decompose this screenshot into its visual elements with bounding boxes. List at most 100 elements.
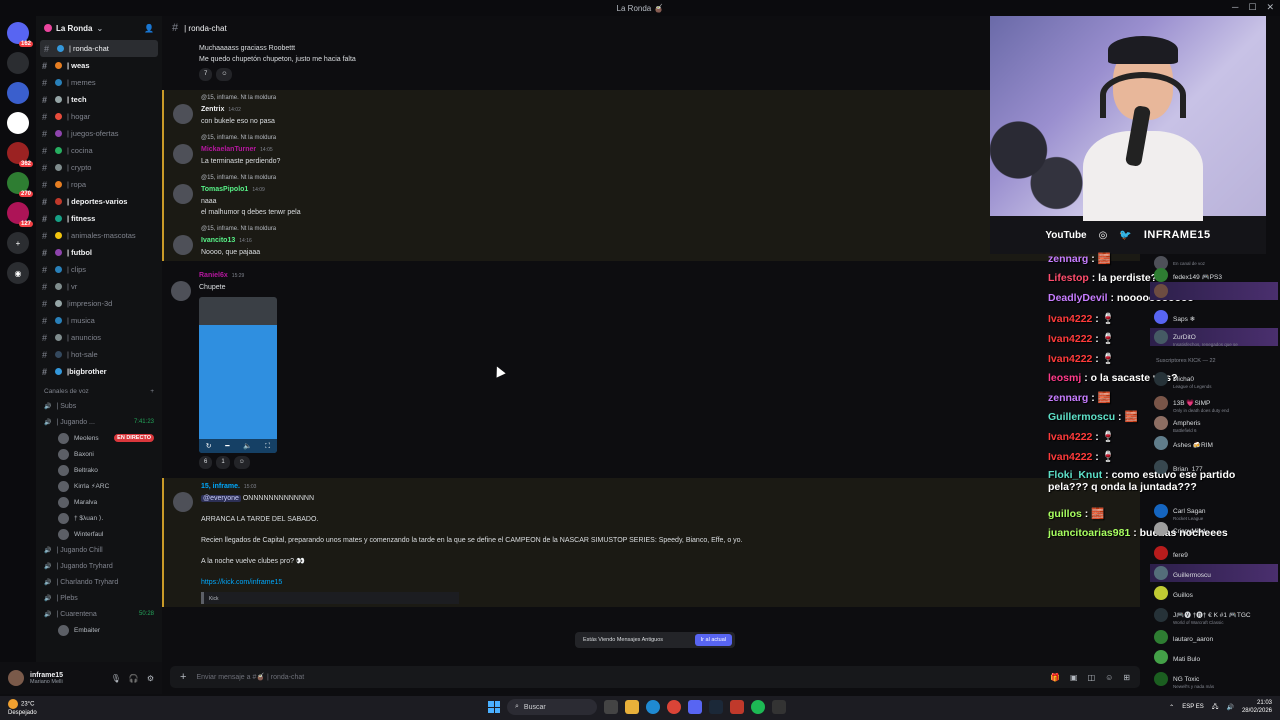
avatar[interactable] <box>173 104 193 124</box>
member-item[interactable]: J🎮🅥 †🅡† € K #1 🎮TGC World of Warcraft Cla… <box>1150 606 1278 625</box>
volume-icon[interactable]: 🔈 <box>243 441 252 452</box>
maximize-icon[interactable]: ☐ <box>1248 2 1256 13</box>
microphone-icon[interactable]: 🎙 <box>111 674 121 683</box>
reaction[interactable]: 1 <box>216 456 230 469</box>
voice-channel[interactable]: 🔊 | Plebs <box>36 590 162 606</box>
network-icon[interactable]: 🖧 <box>1212 702 1219 712</box>
minimize-icon[interactable]: ─ <box>1232 2 1238 13</box>
add-member-icon[interactable]: 👤 <box>144 24 154 33</box>
message-author[interactable]: TomasPipolo1 <box>201 186 248 193</box>
member-item[interactable]: ZurDitO Insatisfechos, renegados que se <box>1150 328 1278 347</box>
server-icon[interactable] <box>7 52 29 74</box>
jump-to-present-button[interactable]: Ir al actual <box>694 634 732 646</box>
add-server-icon[interactable]: + <box>7 232 29 254</box>
channel-item[interactable]: # | musica <box>36 312 162 329</box>
member-item[interactable]: 13B 💗SIMP Only in death does duty end <box>1150 394 1278 413</box>
member-item[interactable]: Saps ❄ <box>1150 308 1278 326</box>
voice-category[interactable]: Canales de voz + <box>36 380 162 398</box>
file-explorer-icon[interactable] <box>625 700 639 714</box>
message-link[interactable]: https://kick.com/inframe15 <box>201 579 282 586</box>
channel-item[interactable]: # | cocina <box>36 142 162 159</box>
task-view-icon[interactable] <box>604 700 618 714</box>
add-reaction-icon[interactable]: ☺ <box>216 68 233 81</box>
discord-icon[interactable] <box>688 700 702 714</box>
chrome-icon[interactable] <box>667 700 681 714</box>
avatar[interactable] <box>173 235 193 255</box>
voice-channel[interactable]: 🔊 | Jugando Chill <box>36 542 162 558</box>
tray-chevron-icon[interactable]: ⌃ <box>1169 704 1174 711</box>
weather-widget[interactable]: 23°C Despejado <box>8 699 37 717</box>
chat-message[interactable]: 15, inframe. 15:03 @everyone ONNNNNNNNNNNN… <box>162 478 1140 607</box>
voice-channel[interactable]: 🔊 | Jugando Tryhard <box>36 558 162 574</box>
member-item[interactable]: Guillermoscu <box>1150 564 1278 582</box>
message-author[interactable]: MickaelanTurner <box>201 146 256 153</box>
voice-user[interactable]: Winterfaul <box>36 526 162 542</box>
close-icon[interactable]: ✕ <box>1266 2 1274 13</box>
server-icon[interactable]: 270 <box>7 172 33 197</box>
volume-slider[interactable]: ━ <box>225 441 229 452</box>
server-icon[interactable]: 127 <box>7 202 33 227</box>
message-author[interactable]: Ivancito13 <box>201 237 235 244</box>
server-icon[interactable] <box>7 82 29 104</box>
member-item[interactable]: Guillos <box>1150 584 1278 602</box>
video-attachment[interactable]: ↻ ━ 🔈 ⛶ <box>199 297 277 453</box>
voice-channel[interactable]: 🔊 | Subs <box>36 398 162 414</box>
message-author[interactable]: Zentrix <box>201 106 224 113</box>
channel-item[interactable]: # | hot-sale <box>36 346 162 363</box>
channel-item[interactable]: # |impresion-3d <box>36 295 162 312</box>
channel-item[interactable]: # | weas <box>36 57 162 74</box>
voice-channel[interactable]: 🔊 | Charlando Tryhard <box>36 574 162 590</box>
avatar[interactable] <box>8 670 24 686</box>
mention[interactable]: @everyone <box>201 495 241 502</box>
message-author[interactable]: Raniel6x <box>199 272 228 279</box>
spotify-icon[interactable] <box>751 700 765 714</box>
channel-item[interactable]: # | deportes-varios <box>36 193 162 210</box>
reaction[interactable]: 6 <box>199 456 213 469</box>
headphones-icon[interactable]: 🎧 <box>129 674 139 683</box>
channel-item[interactable]: # | hogar <box>36 108 162 125</box>
member-item[interactable]: CrispyMind <box>1150 520 1278 538</box>
channel-item[interactable]: # | animales-mascotas <box>36 227 162 244</box>
guild-header[interactable]: La Ronda ⌄ 👤 <box>36 16 162 40</box>
add-channel-icon[interactable]: + <box>150 388 154 395</box>
channel-item[interactable]: # | ronda-chat <box>40 40 158 57</box>
voice-user[interactable]: Beltrako <box>36 462 162 478</box>
channel-item[interactable]: # | juegos-ofertas <box>36 125 162 142</box>
member-item[interactable]: Carl Sagan Rocket League <box>1150 502 1278 521</box>
language-indicator[interactable]: ESP ES <box>1182 704 1204 710</box>
link-embed[interactable]: Kick <box>201 592 459 604</box>
app-icon[interactable] <box>772 700 786 714</box>
volume-icon[interactable]: 🔊 <box>1226 704 1233 711</box>
chat-message[interactable]: Raniel6x 15:29 Chupete ↻ ━ 🔈 ⛶ 6 1 ☺ <box>162 267 1140 472</box>
member-item[interactable] <box>1150 282 1278 300</box>
voice-user[interactable]: Kirrla ⚡ARC <box>36 478 162 494</box>
member-item[interactable]: Brian_177 <box>1150 458 1278 476</box>
obs-icon[interactable] <box>730 700 744 714</box>
voice-user[interactable]: † $λuan ⟩. <box>36 510 162 526</box>
voice-channel[interactable]: 🔊 | Cuarentena 50:28 <box>36 606 162 622</box>
channel-item[interactable]: # | crypto <box>36 159 162 176</box>
voice-user[interactable]: Maralva <box>36 494 162 510</box>
reaction[interactable]: 7 <box>199 68 213 81</box>
gif-icon[interactable]: ▣ <box>1070 673 1078 682</box>
sticker-icon[interactable]: ◫ <box>1088 673 1096 682</box>
avatar[interactable] <box>171 281 191 301</box>
channel-item[interactable]: # | tech <box>36 91 162 108</box>
message-author[interactable]: 15, inframe. <box>201 483 240 490</box>
gift-icon[interactable]: 🎁 <box>1050 673 1060 682</box>
taskbar-search[interactable]: ⌕ Buscar <box>507 699 597 715</box>
add-reaction-icon[interactable]: ☺ <box>233 456 250 469</box>
voice-user[interactable]: Embaiter <box>36 622 162 638</box>
channel-item[interactable]: # | anuncios <box>36 329 162 346</box>
server-icon[interactable] <box>7 112 29 134</box>
member-item[interactable]: lautaro_aaron <box>1150 628 1278 646</box>
replay-icon[interactable]: ↻ <box>206 441 212 452</box>
add-attachment-icon[interactable]: + <box>180 671 186 683</box>
channel-item[interactable]: # | ropa <box>36 176 162 193</box>
clock[interactable]: 21:03 28/02/2026 <box>1242 699 1272 715</box>
voice-user[interactable]: Baxoni <box>36 446 162 462</box>
discover-icon[interactable]: ◉ <box>7 262 29 284</box>
gear-icon[interactable]: ⚙ <box>147 674 154 683</box>
voice-channel[interactable]: 🔊 | Jugando ... 7:41:23 <box>36 414 162 430</box>
emoji-icon[interactable]: ☺ <box>1105 673 1113 682</box>
